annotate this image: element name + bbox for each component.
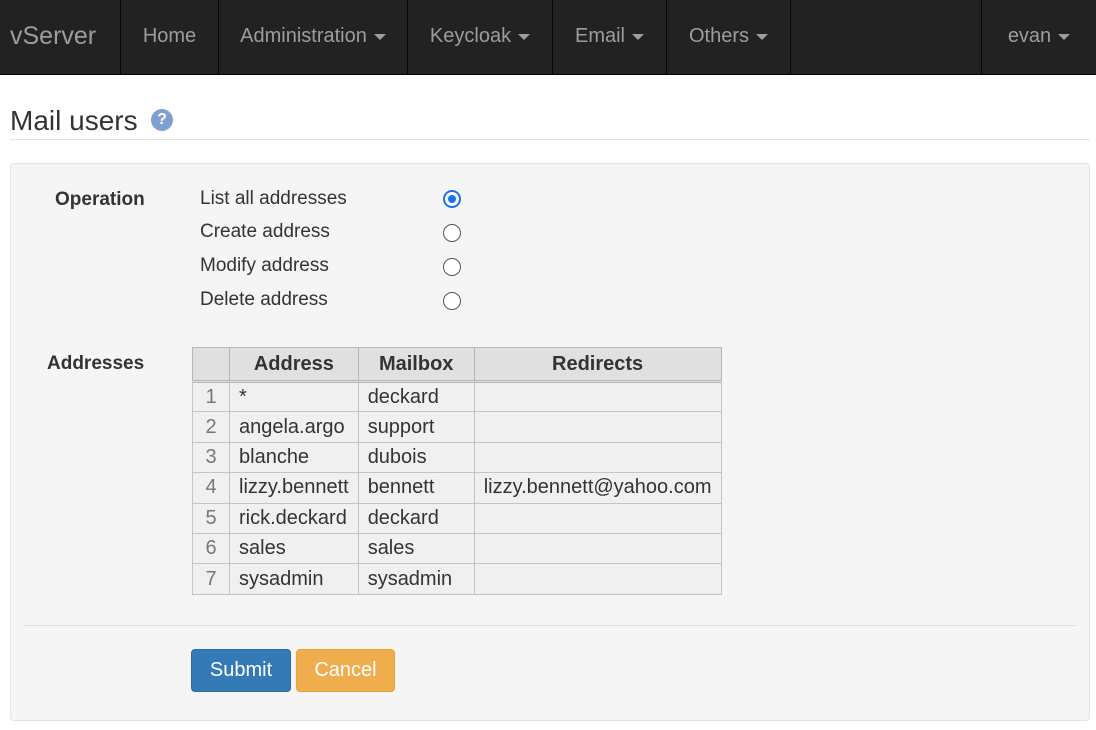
operation-label: Operation — [55, 189, 145, 210]
mailbox-cell[interactable]: dubois — [357, 441, 475, 474]
table-row[interactable]: 4 lizzy.bennett bennett lizzy.bennett@yahoo… — [192, 472, 722, 504]
row-number-cell: 3 — [192, 441, 230, 474]
caret-down-icon — [518, 33, 531, 40]
table-row[interactable]: 2 angela.argo support — [192, 411, 722, 443]
nav-others[interactable]: Others — [667, 0, 791, 74]
cancel-button[interactable]: Cancel — [296, 649, 395, 692]
caret-down-icon — [373, 33, 386, 40]
column-header-redirects[interactable]: Redirects — [473, 347, 722, 383]
table-row[interactable]: 7 sysadmin sysadmin — [192, 563, 722, 595]
redirects-cell[interactable] — [473, 563, 722, 595]
title-divider — [10, 139, 1090, 140]
nav-user-label: evan — [1007, 25, 1052, 47]
operation-list-radio[interactable] — [443, 190, 461, 208]
address-cell[interactable]: sales — [229, 532, 359, 565]
address-cell[interactable]: blanche — [229, 441, 359, 474]
brand-link[interactable]: vServer — [0, 0, 121, 74]
nav-others-label: Others — [688, 25, 750, 47]
nav-user-menu[interactable]: evan — [981, 0, 1096, 74]
row-number-cell: 2 — [192, 411, 230, 443]
nav-keycloak[interactable]: Keycloak — [408, 0, 553, 74]
table-row[interactable]: 3 blanche dubois — [192, 441, 722, 474]
form-divider — [24, 625, 1076, 626]
operation-delete-label[interactable]: Delete address — [200, 288, 328, 312]
mailbox-cell[interactable]: sales — [357, 532, 475, 565]
table-row[interactable]: 1 * deckard — [192, 380, 722, 413]
mailbox-cell[interactable]: support — [357, 411, 475, 443]
nav-email-label: Email — [574, 25, 625, 47]
redirects-cell[interactable] — [473, 441, 722, 474]
operation-modify-radio[interactable] — [443, 258, 461, 276]
submit-button[interactable]: Submit — [191, 649, 291, 692]
address-cell[interactable]: * — [229, 380, 359, 413]
nav-keycloak-label: Keycloak — [429, 25, 512, 47]
address-cell[interactable]: angela.argo — [229, 411, 359, 443]
address-cell[interactable]: sysadmin — [229, 563, 359, 595]
mailbox-cell[interactable]: sysadmin — [357, 563, 475, 595]
row-number-cell: 6 — [192, 532, 230, 565]
column-header-address[interactable]: Address — [229, 347, 359, 383]
redirects-cell[interactable]: lizzy.bennett@yahoo.com — [473, 472, 722, 504]
nav-home[interactable]: Home — [121, 0, 219, 74]
nav-administration[interactable]: Administration — [219, 0, 408, 74]
table-row[interactable]: 6 sales sales — [192, 532, 722, 565]
form-panel: Operation List all addresses Create addr… — [10, 163, 1090, 721]
mailbox-cell[interactable]: deckard — [357, 380, 475, 413]
nav-administration-label: Administration — [240, 25, 367, 47]
table-row[interactable]: 5 rick.deckard deckard — [192, 502, 722, 534]
help-icon[interactable]: ? — [151, 109, 173, 131]
addresses-label: Addresses — [47, 353, 145, 374]
addresses-table: Address Mailbox Redirects 1 * deckard 2 ange… — [192, 347, 722, 595]
mailbox-cell[interactable]: deckard — [357, 502, 475, 534]
address-cell[interactable]: rick.deckard — [229, 502, 359, 534]
caret-down-icon — [1058, 33, 1071, 40]
row-number-cell: 1 — [192, 380, 230, 413]
row-number-cell: 4 — [192, 472, 230, 504]
table-header-row: Address Mailbox Redirects — [192, 347, 722, 383]
operation-create-radio[interactable] — [443, 224, 461, 242]
top-navbar: vServer Home Administration Keycloak Ema… — [0, 0, 1096, 75]
column-header-mailbox[interactable]: Mailbox — [357, 347, 475, 383]
operation-delete-radio[interactable] — [443, 292, 461, 310]
operation-modify-label[interactable]: Modify address — [200, 254, 329, 278]
caret-down-icon — [632, 33, 644, 40]
row-number-header — [192, 347, 230, 383]
redirects-cell[interactable] — [473, 380, 722, 413]
row-number-cell: 5 — [192, 502, 230, 534]
caret-down-icon — [756, 33, 769, 40]
address-cell[interactable]: lizzy.bennett — [229, 472, 359, 504]
redirects-cell[interactable] — [473, 411, 722, 443]
redirects-cell[interactable] — [473, 532, 722, 565]
row-number-cell: 7 — [192, 563, 230, 595]
operation-list-label[interactable]: List all addresses — [200, 187, 347, 211]
nav-email[interactable]: Email — [553, 0, 667, 74]
mailbox-cell[interactable]: bennett — [357, 472, 475, 504]
page-title: Mail users — [10, 105, 138, 136]
redirects-cell[interactable] — [473, 502, 722, 534]
operation-create-label[interactable]: Create address — [200, 220, 330, 244]
nav-home-label: Home — [142, 25, 197, 47]
